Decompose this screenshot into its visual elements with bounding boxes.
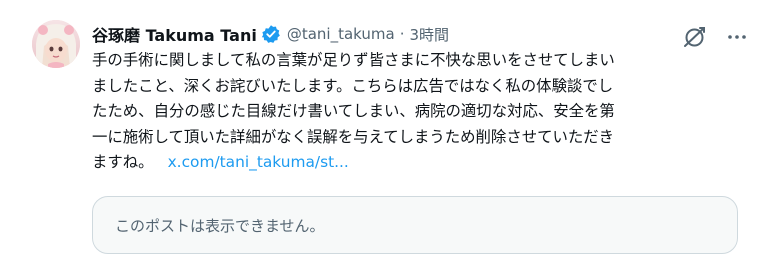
verified-badge-icon [261, 24, 281, 44]
tweet-header: 谷琢磨 Takuma Tani @tani_takuma · 3時間 [92, 22, 449, 46]
tweet[interactable]: 谷琢磨 Takuma Tani @tani_takuma · 3時間 手の手術に… [0, 0, 775, 267]
avatar[interactable] [32, 20, 80, 68]
quoted-post-unavailable[interactable]: このポストは表示できません。 [92, 196, 738, 254]
tweet-text-last-line: ますね。 x.com/tani_takuma/st... [92, 150, 757, 176]
tweet-text-line: たため、自分の感じた目線だけ書いてしまい、病院の適切な対応、安全を第 [92, 102, 615, 120]
author-name[interactable]: 谷琢磨 Takuma Tani [92, 22, 257, 46]
tweet-link[interactable]: x.com/tani_takuma/st... [168, 153, 349, 171]
tweet-text-line: 一に施術して頂いた詳細がなく誤解を与えてしまうため削除させていただき [92, 127, 615, 146]
tweet-text-end: ますね。 [92, 153, 154, 171]
avatar-image [32, 20, 80, 68]
more-icon[interactable] [726, 26, 748, 48]
grok-icon[interactable] [682, 24, 708, 50]
author-handle[interactable]: @tani_takuma [287, 25, 395, 43]
tweet-text-line: ましたこと、深くお詫びいたします。こちらは広告ではなく私の体験談でし [92, 76, 614, 95]
tweet-text: 手の手術に関しまして私の言葉が足りず皆さまに不快な思いをさせてしまい ましたこと… [92, 48, 757, 176]
timestamp[interactable]: 3時間 [409, 24, 449, 45]
tweet-text-line: 手の手術に関しまして私の言葉が足りず皆さまに不快な思いをさせてしまい [92, 51, 615, 69]
separator-dot: · [399, 25, 405, 43]
quoted-post-message: このポストは表示できません。 [115, 216, 325, 235]
